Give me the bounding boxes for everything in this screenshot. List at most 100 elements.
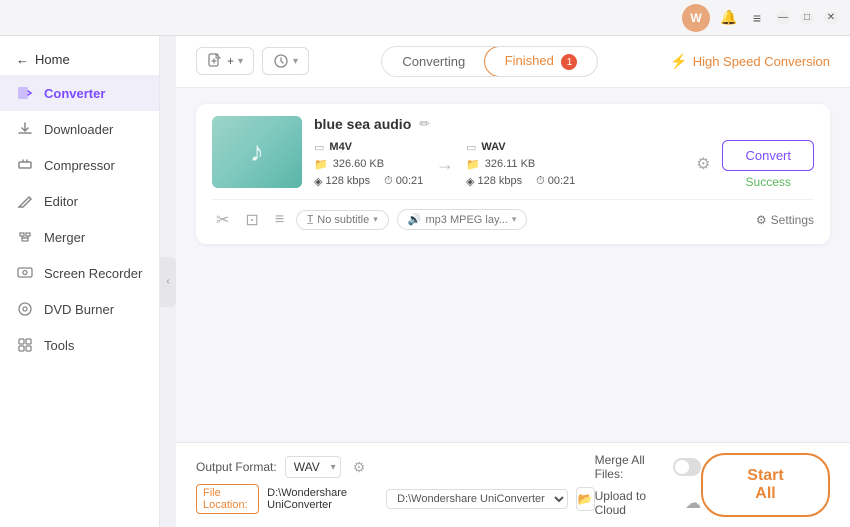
collapse-chevron-icon: ‹ — [166, 276, 169, 287]
upload-cloud-label: Upload to Cloud — [595, 489, 677, 517]
dvd-burner-label: DVD Burner — [44, 302, 114, 317]
cut-icon[interactable]: ✂ — [212, 208, 233, 232]
source-duration: 00:21 — [396, 175, 424, 187]
effects-icon[interactable]: ≡ — [271, 209, 288, 231]
merger-label: Merger — [44, 230, 85, 245]
audio-label: mp3 MPEG lay... — [425, 214, 507, 226]
add-url-icon — [273, 53, 289, 69]
clock-icon: ⏱ — [384, 175, 393, 188]
convert-arrow: → — [424, 154, 466, 175]
source-bitrate: 128 kbps — [325, 175, 370, 187]
sidebar-item-downloader[interactable]: Downloader — [0, 111, 159, 147]
target-bitrate-icon: ◈ — [466, 175, 474, 188]
finished-badge: 1 — [561, 54, 577, 70]
folder-open-icon: 📂 — [578, 492, 593, 506]
target-format-block: ▭ WAV 📁 326.11 KB ◈ — [466, 141, 576, 188]
success-label: Success — [746, 175, 791, 189]
output-settings-icon[interactable]: ⚙ — [353, 459, 366, 476]
output-format-label: Output Format: — [196, 460, 277, 474]
cloud-icon: ☁ — [685, 493, 701, 513]
sidebar-collapse-button[interactable]: ‹ — [160, 257, 176, 307]
location-dropdown[interactable]: D:\Wondershare UniConverter — [386, 489, 568, 509]
audio-chevron-icon: ▾ — [512, 214, 517, 225]
tab-group: Converting Finished 1 — [381, 46, 598, 77]
sidebar-item-dvd-burner[interactable]: DVD Burner — [0, 291, 159, 327]
maximize-button[interactable]: □ — [800, 11, 814, 25]
notification-icon[interactable]: 🔔 — [720, 9, 738, 27]
tab-finished[interactable]: Finished 1 — [484, 46, 598, 77]
target-file-type-icon: ▭ — [466, 141, 476, 154]
add-url-chevron-icon: ▾ — [293, 56, 298, 67]
toolbar: + ▾ ▾ Converting Finished 1 — [176, 36, 850, 88]
merge-all-toggle[interactable] — [673, 458, 701, 476]
target-duration: 00:21 — [548, 175, 576, 187]
file-card-actions: ✂ ⊡ ≡ T̲ No subtitle ▾ 🔊 mp3 MPEG lay...… — [212, 199, 814, 232]
tools-label: Tools — [44, 338, 74, 353]
edit-icon[interactable]: ✏ — [419, 116, 430, 132]
sidebar-back-button[interactable]: ← Home — [0, 44, 159, 75]
source-size: 326.60 KB — [333, 158, 384, 170]
tab-converting[interactable]: Converting — [382, 47, 485, 76]
merge-all-label: Merge All Files: — [595, 453, 666, 481]
convert-btn-block: Convert Success — [722, 140, 814, 189]
chevron-down-icon: ▾ — [238, 56, 243, 67]
file-location-row: File Location: D:\Wondershare UniConvert… — [196, 484, 595, 514]
location-path: D:\Wondershare UniConverter — [267, 487, 378, 511]
settings-label: Settings — [771, 213, 814, 227]
convert-button[interactable]: Convert — [722, 140, 814, 171]
menu-icon[interactable]: ≡ — [748, 9, 766, 27]
bitrate-icon: ◈ — [314, 175, 322, 188]
app-body: ← Home Converter Downloader — [0, 36, 850, 527]
subtitle-chevron-icon: ▾ — [373, 214, 378, 225]
converter-icon — [16, 84, 34, 102]
toolbar-left: + ▾ ▾ — [196, 47, 309, 75]
options-icon[interactable]: ⚙ — [696, 154, 710, 174]
music-note-icon: ♪ — [250, 136, 264, 168]
folder-icon: 📁 — [314, 158, 328, 171]
crop-icon[interactable]: ⊡ — [241, 208, 262, 232]
source-format-block: ▭ M4V 📁 326.60 KB ◈ — [314, 141, 424, 188]
minimize-button[interactable]: — — [776, 11, 790, 25]
subtitle-label: No subtitle — [317, 214, 369, 226]
bottom-left: Output Format: WAV MP3 AAC ▾ ⚙ File Loca… — [196, 456, 595, 514]
target-folder-icon: 📁 — [466, 158, 480, 171]
downloader-icon — [16, 120, 34, 138]
add-file-button[interactable]: + ▾ — [196, 47, 254, 75]
sidebar-item-tools[interactable]: Tools — [0, 327, 159, 363]
bottom-bar: Output Format: WAV MP3 AAC ▾ ⚙ File Loca… — [176, 442, 850, 527]
converter-label: Converter — [44, 86, 105, 101]
sidebar-item-screen-recorder[interactable]: Screen Recorder — [0, 255, 159, 291]
file-card: ♪ blue sea audio ✏ ▭ M4V — [196, 104, 830, 244]
editor-label: Editor — [44, 194, 78, 209]
high-speed-button[interactable]: ⚡ High Speed Conversion — [670, 53, 830, 70]
merger-icon — [16, 228, 34, 246]
add-url-button[interactable]: ▾ — [262, 47, 309, 75]
lightning-icon: ⚡ — [670, 53, 687, 70]
target-bitrate: 128 kbps — [477, 175, 522, 187]
output-format-select[interactable]: WAV MP3 AAC — [285, 456, 341, 478]
dvd-burner-icon — [16, 300, 34, 318]
user-avatar: W — [682, 4, 710, 32]
tools-icon — [16, 336, 34, 354]
downloader-label: Downloader — [44, 122, 113, 137]
high-speed-label: High Speed Conversion — [693, 54, 830, 69]
output-format-row: Output Format: WAV MP3 AAC ▾ ⚙ — [196, 456, 595, 478]
sidebar-item-merger[interactable]: Merger — [0, 219, 159, 255]
sidebar-item-compressor[interactable]: Compressor — [0, 147, 159, 183]
close-button[interactable]: ✕ — [824, 11, 838, 25]
sidebar-item-converter[interactable]: Converter — [0, 75, 159, 111]
compressor-icon — [16, 156, 34, 174]
start-all-button[interactable]: Start All — [701, 453, 830, 517]
upload-to-cloud-row: Upload to Cloud ☁ — [595, 489, 701, 517]
sidebar-item-editor[interactable]: Editor — [0, 183, 159, 219]
screen-recorder-icon — [16, 264, 34, 282]
location-folder-button[interactable]: 📂 — [576, 487, 595, 511]
audio-select[interactable]: 🔊 mp3 MPEG lay... ▾ — [397, 209, 528, 230]
settings-button[interactable]: ⚙ Settings — [756, 213, 814, 227]
subtitle-select[interactable]: T̲ No subtitle ▾ — [296, 210, 389, 230]
title-bar: W 🔔 ≡ — □ ✕ — [0, 0, 850, 36]
file-location-label: File Location: — [196, 484, 259, 514]
gear-icon: ⚙ — [756, 213, 767, 227]
sidebar-back-label: Home — [35, 52, 70, 67]
title-bar-controls: W 🔔 ≡ — □ ✕ — [682, 4, 838, 32]
